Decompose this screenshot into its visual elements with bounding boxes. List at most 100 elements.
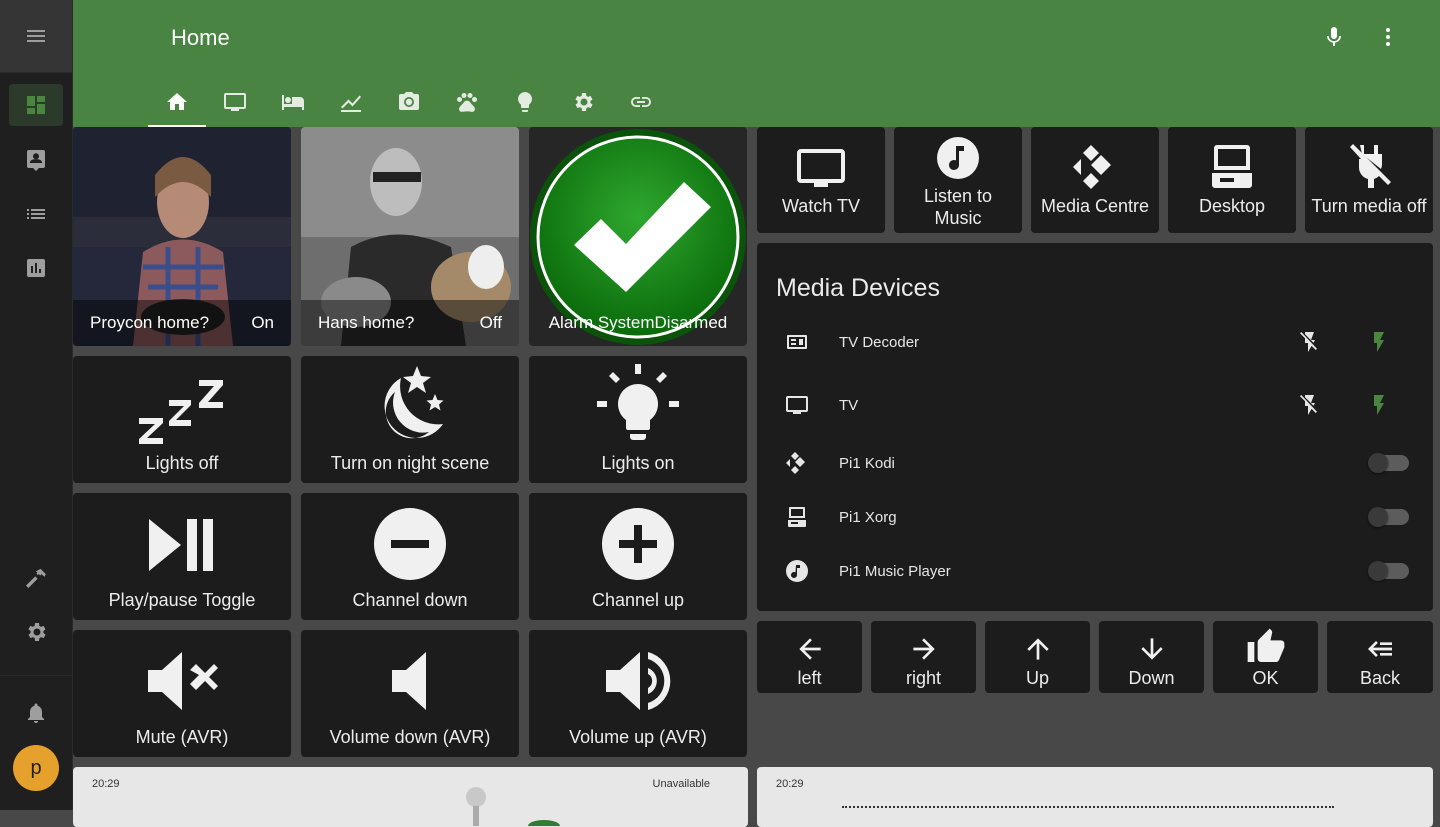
desktop-tower-icon bbox=[788, 507, 806, 527]
entity-name: Pi1 Music Player bbox=[839, 562, 951, 580]
remote-down-button[interactable]: Down bbox=[1099, 621, 1204, 693]
desktop-button[interactable]: Desktop bbox=[1168, 127, 1296, 233]
channel-down-button[interactable]: Channel down bbox=[301, 493, 519, 620]
volume-down-avr-button[interactable]: Volume down (AVR) bbox=[301, 630, 519, 757]
voice-button[interactable] bbox=[1322, 25, 1346, 49]
remote-up-button[interactable]: Up bbox=[985, 621, 1090, 693]
power-off-button[interactable] bbox=[1298, 330, 1322, 354]
camera-card-right[interactable]: 20:29 bbox=[757, 767, 1433, 827]
lights-off-button[interactable]: Lights off bbox=[73, 356, 291, 483]
night-scene-button[interactable]: Turn on night scene bbox=[301, 356, 519, 483]
button-label: right bbox=[905, 668, 941, 688]
view-tabs bbox=[148, 76, 670, 127]
power-on-button[interactable] bbox=[1367, 330, 1391, 354]
alarm-name: Alarm System bbox=[548, 313, 655, 332]
sidebar-item-developer-tools[interactable] bbox=[9, 557, 63, 599]
music-circle-icon bbox=[937, 137, 979, 179]
entity-name: TV Decoder bbox=[839, 333, 920, 351]
tab-history[interactable] bbox=[322, 76, 380, 127]
volume-low-icon bbox=[392, 652, 426, 710]
remote-left-button[interactable]: left bbox=[757, 621, 862, 693]
sleep-icon bbox=[139, 380, 223, 444]
volume-up-avr-button[interactable]: Volume up (AVR) bbox=[529, 630, 747, 757]
tab-lights[interactable] bbox=[496, 76, 554, 127]
button-label: Lights on bbox=[601, 453, 675, 473]
graph-line bbox=[842, 806, 1334, 810]
kodi-icon bbox=[786, 452, 805, 474]
sidebar-item-history[interactable] bbox=[9, 247, 63, 289]
entity-row-pi1-music-player: Pi1 Music Player bbox=[777, 551, 1413, 591]
more-menu-button[interactable] bbox=[1376, 25, 1400, 49]
arrow-left-icon bbox=[798, 638, 821, 660]
list-icon bbox=[27, 209, 45, 219]
status-text: Unavailable bbox=[652, 778, 710, 790]
dashboard-icon bbox=[27, 96, 45, 114]
button-label: Listen to Music bbox=[923, 186, 993, 228]
sidebar-item-map[interactable] bbox=[9, 138, 63, 180]
button-label: OK bbox=[1252, 668, 1279, 688]
sidebar-item-notifications[interactable] bbox=[9, 692, 63, 734]
lights-on-button[interactable]: Lights on bbox=[529, 356, 747, 483]
mute-avr-button[interactable]: Mute (AVR) bbox=[73, 630, 291, 757]
lightbulb-on-icon bbox=[597, 364, 679, 440]
sidebar-item-logbook[interactable] bbox=[9, 193, 63, 235]
camera-icon bbox=[399, 91, 419, 110]
toggle-switch[interactable] bbox=[1368, 507, 1409, 527]
person-name: Hans home? bbox=[318, 313, 415, 332]
button-label: Turn media off bbox=[1311, 196, 1427, 216]
button-label: Play/pause Toggle bbox=[108, 590, 256, 610]
tab-home[interactable] bbox=[148, 76, 206, 127]
power-off-button[interactable] bbox=[1298, 393, 1322, 417]
person-card-proycon[interactable]: Proycon home? On bbox=[73, 127, 291, 346]
person-card-hans[interactable]: Hans home? Off bbox=[301, 127, 519, 346]
timestamp: 20:29 bbox=[776, 778, 804, 790]
button-label: Lights off bbox=[145, 453, 219, 473]
cog-icon bbox=[575, 92, 593, 111]
tab-bedroom[interactable] bbox=[264, 76, 322, 127]
dots-vertical-icon bbox=[1386, 28, 1390, 46]
tab-settings[interactable] bbox=[554, 76, 612, 127]
camera-card-left[interactable]: 20:29 Unavailable bbox=[73, 767, 748, 827]
set-top-box-icon bbox=[787, 335, 807, 349]
remote-right-button[interactable]: right bbox=[871, 621, 976, 693]
remote-ok-button[interactable]: OK bbox=[1213, 621, 1318, 693]
button-label: Channel down bbox=[352, 590, 468, 610]
channel-up-button[interactable]: Channel up bbox=[529, 493, 747, 620]
listen-music-button[interactable]: Listen to Music bbox=[894, 127, 1022, 233]
sidebar: p bbox=[0, 0, 73, 810]
power-on-button[interactable] bbox=[1367, 393, 1391, 417]
entity-row-tv: TV bbox=[777, 385, 1413, 425]
tab-links[interactable] bbox=[612, 76, 670, 127]
button-label: Volume down (AVR) bbox=[329, 727, 491, 747]
chart-icon bbox=[27, 259, 45, 277]
toggle-switch[interactable] bbox=[1368, 561, 1409, 581]
plus-circle-icon bbox=[602, 508, 674, 580]
sidebar-item-overview[interactable] bbox=[9, 84, 63, 126]
bed-icon bbox=[282, 94, 304, 110]
watch-tv-button[interactable]: Watch TV bbox=[757, 127, 885, 233]
tab-tv[interactable] bbox=[206, 76, 264, 127]
entity-name: Pi1 Xorg bbox=[839, 508, 897, 526]
avatar[interactable]: p bbox=[13, 745, 59, 791]
tab-pets[interactable] bbox=[438, 76, 496, 127]
toggle-switch[interactable] bbox=[1368, 453, 1409, 473]
menu-icon[interactable] bbox=[24, 24, 48, 48]
desktop-tower-icon bbox=[1212, 145, 1252, 188]
remote-back-button[interactable]: Back bbox=[1327, 621, 1433, 693]
keyboard-backspace-icon bbox=[1368, 641, 1392, 657]
alarm-card[interactable]: Alarm System Disarmed bbox=[529, 127, 747, 346]
music-circle-icon bbox=[786, 560, 808, 582]
volume-high-icon bbox=[606, 652, 671, 710]
minus-circle-icon bbox=[374, 508, 446, 580]
card-title: Media Devices bbox=[776, 274, 940, 302]
moon-stars-icon bbox=[384, 366, 444, 439]
tab-camera[interactable] bbox=[380, 76, 438, 127]
microphone-icon bbox=[1327, 27, 1341, 46]
play-pause-button[interactable]: Play/pause Toggle bbox=[73, 493, 291, 620]
turn-media-off-button[interactable]: Turn media off bbox=[1305, 127, 1433, 233]
button-label: Back bbox=[1359, 668, 1401, 688]
sidebar-item-settings[interactable] bbox=[9, 611, 63, 653]
media-centre-button[interactable]: Media Centre bbox=[1031, 127, 1159, 233]
paw-icon bbox=[457, 92, 477, 112]
entity-row-pi1-kodi: Pi1 Kodi bbox=[777, 443, 1413, 483]
